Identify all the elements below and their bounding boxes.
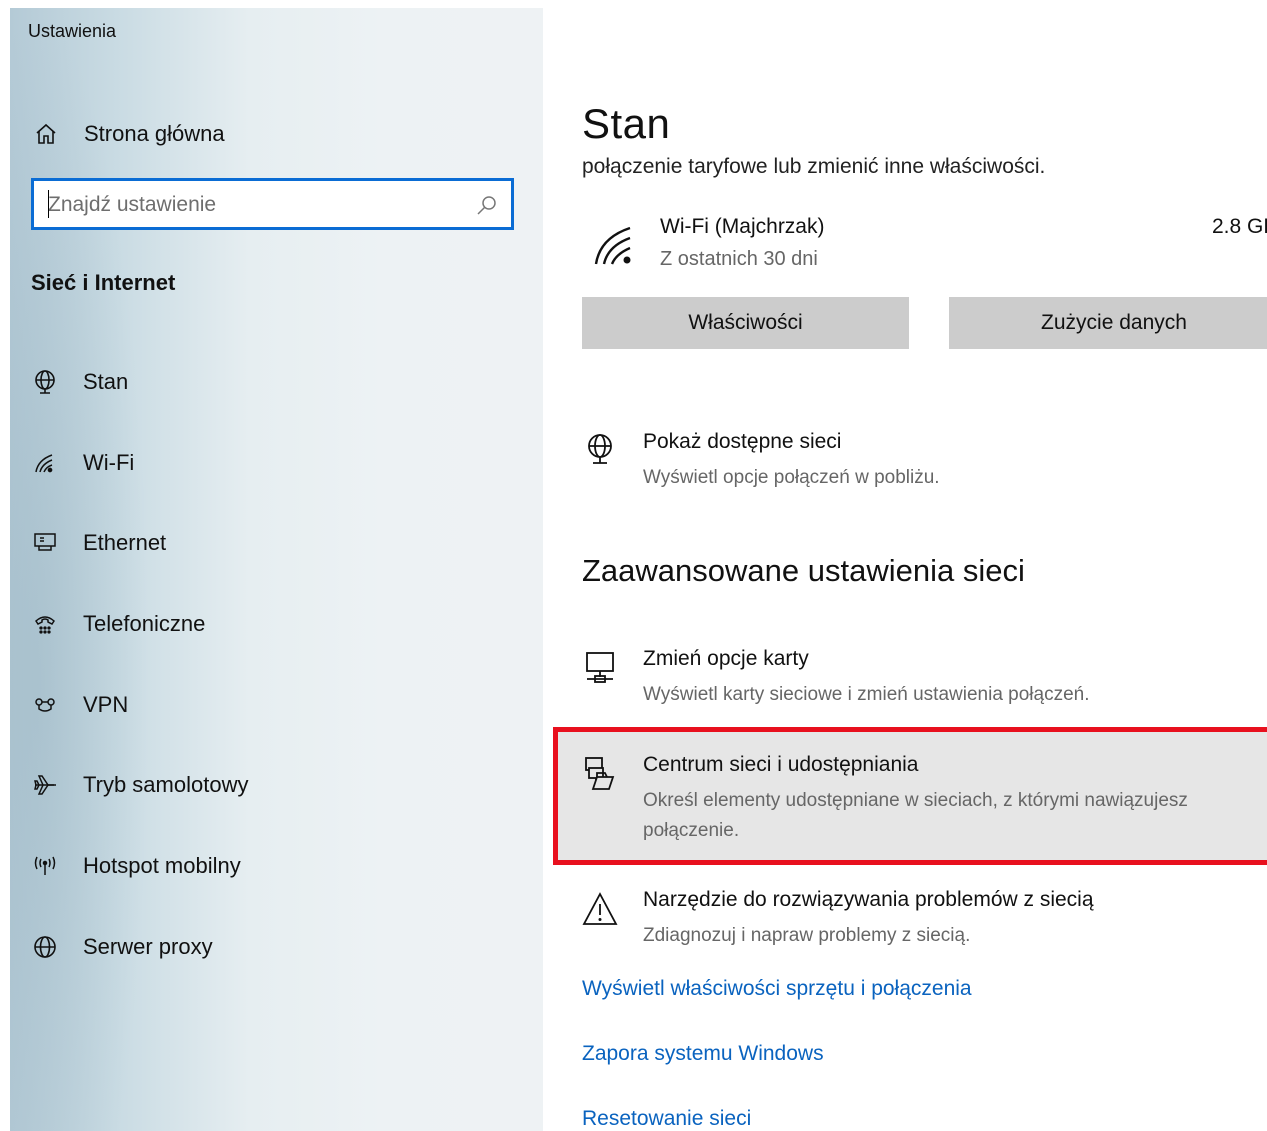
sharing-center-option[interactable]: Centrum sieci i udostępniania Określ ele… — [582, 753, 1267, 853]
text-caret — [48, 190, 49, 218]
sidebar-item-label: Wi-Fi — [83, 450, 135, 475]
sidebar-item-proxy[interactable]: Serwer proxy — [28, 927, 213, 967]
show-networks-title: Pokaż dostępne sieci — [643, 430, 842, 453]
sidebar: Ustawienia Strona główna Sieć i Internet… — [10, 8, 543, 1131]
airplane-icon — [28, 768, 62, 802]
sidebar-item-stan[interactable]: Stan — [28, 362, 128, 402]
windows-firewall-link[interactable]: Zapora systemu Windows — [582, 1042, 824, 1066]
vpn-icon — [28, 688, 62, 722]
sidebar-item-wifi[interactable]: Wi-Fi — [28, 443, 134, 483]
search-box[interactable] — [31, 178, 514, 230]
hotspot-icon — [28, 849, 62, 883]
globe-network-icon — [582, 432, 618, 472]
sidebar-item-vpn[interactable]: VPN — [28, 685, 128, 725]
sidebar-item-label: Hotspot mobilny — [83, 853, 241, 878]
sharing-center-desc: Określ elementy udostępniane w sieciach,… — [643, 790, 1188, 841]
network-reset-link[interactable]: Resetowanie sieci — [582, 1107, 751, 1131]
sidebar-item-airplane-mode[interactable]: Tryb samolotowy — [28, 765, 248, 805]
show-networks-option[interactable]: Pokaż dostępne sieci Wyświetl opcje połą… — [582, 430, 1267, 490]
wifi-period: Z ostatnich 30 dni — [660, 248, 818, 270]
wifi-connection-row: Wi-Fi (Majchrzak) Z ostatnich 30 dni 2.8… — [582, 212, 1267, 272]
wifi-data-usage: 2.8 GB — [1212, 215, 1267, 238]
dial-up-icon — [28, 607, 62, 641]
sidebar-item-telefoniczne[interactable]: Telefoniczne — [28, 604, 205, 644]
sidebar-item-ethernet[interactable]: Ethernet — [28, 523, 166, 563]
show-networks-desc: Wyświetl opcje połączeń w pobliżu. — [643, 467, 940, 488]
wifi-icon — [28, 446, 62, 480]
globe-network-icon — [28, 365, 62, 399]
sidebar-item-label: Serwer proxy — [83, 934, 213, 959]
home-icon — [30, 118, 62, 150]
sidebar-item-label: VPN — [83, 692, 129, 717]
search-input[interactable] — [46, 189, 470, 221]
section-header: Sieć i Internet — [31, 270, 176, 295]
main-content: Stan połączenie taryfowe lub zmienić inn… — [543, 0, 1267, 1131]
properties-button[interactable]: Właściwości — [582, 297, 909, 349]
troubleshooter-title: Narzędzie do rozwiązywania problemów z s… — [643, 888, 1094, 911]
network-adapter-icon — [582, 649, 618, 689]
troubleshooter-desc: Zdiagnozuj i napraw problemy z siecią. — [643, 925, 971, 946]
advanced-settings-header: Zaawansowane ustawienia sieci — [582, 553, 1025, 588]
ethernet-icon — [28, 526, 62, 560]
partially-scrolled-text-line: połączenie taryfowe lub zmienić inne wła… — [582, 155, 1046, 178]
wifi-signal-icon — [590, 220, 640, 270]
sidebar-item-label: Stan — [83, 369, 129, 394]
troubleshooter-option[interactable]: Narzędzie do rozwiązywania problemów z s… — [582, 888, 1267, 948]
sharing-center-title: Centrum sieci i udostępniania — [643, 753, 919, 776]
sidebar-item-hotspot[interactable]: Hotspot mobilny — [28, 846, 241, 886]
data-usage-button[interactable]: Zużycie danych — [949, 297, 1267, 349]
change-adapter-title: Zmień opcje karty — [643, 647, 809, 670]
sidebar-item-label: Telefoniczne — [83, 611, 206, 636]
app-title: Ustawienia — [28, 21, 117, 41]
home-label: Strona główna — [84, 121, 225, 146]
change-adapter-option[interactable]: Zmień opcje karty Wyświetl karty sieciow… — [582, 647, 1267, 707]
hardware-properties-link[interactable]: Wyświetl właściwości sprzętu i połączeni… — [582, 977, 972, 1001]
wifi-network-name: Wi-Fi (Majchrzak) — [660, 215, 825, 238]
change-adapter-desc: Wyświetl karty sieciowe i zmień ustawien… — [643, 684, 1090, 705]
sidebar-item-label: Ethernet — [83, 530, 167, 555]
search-icon[interactable] — [475, 193, 499, 217]
partially-scrolled-text: połączenie taryfowe lub zmienić inne wła… — [582, 150, 1045, 178]
globe-icon — [28, 930, 62, 964]
home-link[interactable]: Strona główna — [30, 116, 225, 152]
network-sharing-icon — [582, 755, 618, 795]
warning-icon — [582, 890, 618, 930]
sidebar-item-label: Tryb samolotowy — [83, 772, 249, 797]
page-title: Stan — [582, 100, 671, 147]
